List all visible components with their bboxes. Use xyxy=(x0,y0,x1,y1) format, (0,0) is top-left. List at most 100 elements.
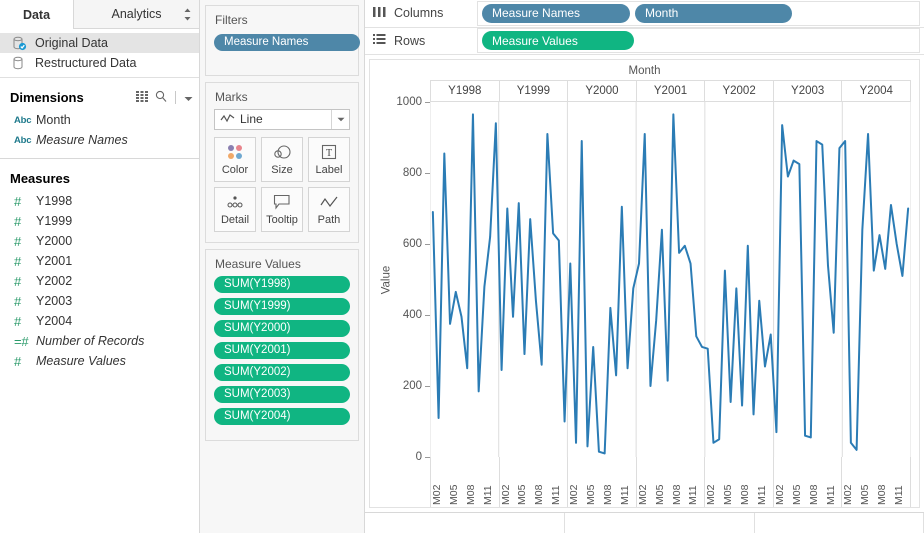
line-chart-icon xyxy=(220,112,235,126)
field-y2003[interactable]: # Y2003 xyxy=(0,291,199,311)
year-header-cell[interactable]: Y2002 xyxy=(705,81,774,102)
x-tick-label: M11 xyxy=(755,485,768,506)
x-year-group: M02 M05 M08 M11 xyxy=(637,457,706,508)
dimensions-title: Dimensions xyxy=(10,89,84,105)
marks-detail-button[interactable]: Detail xyxy=(214,186,256,232)
rows-icon xyxy=(373,33,386,48)
x-year-group: M02 M05 M08 M11 xyxy=(774,457,843,508)
grid-view-icon[interactable] xyxy=(136,90,149,105)
year-header-cell[interactable]: Y2000 xyxy=(568,81,637,102)
tab-analytics-label: Analytics xyxy=(111,7,162,21)
columns-icon xyxy=(373,6,386,21)
shelf-pill-month[interactable]: Month xyxy=(635,3,792,23)
y-tick-label: 200 xyxy=(402,380,422,393)
data-source-restructured[interactable]: Restructured Data xyxy=(0,53,199,73)
search-icon[interactable] xyxy=(155,90,167,105)
measure-value-pill-y2000[interactable]: SUM(Y2000) xyxy=(214,319,350,337)
y-tick-label: 0 xyxy=(415,451,422,464)
field-measure-names[interactable]: Abc Measure Names xyxy=(0,130,199,150)
measure-value-pill-y2004[interactable]: SUM(Y2004) xyxy=(214,407,350,425)
mark-type-dropdown[interactable]: Line xyxy=(214,108,350,130)
marks-size-button[interactable]: Size xyxy=(261,136,303,182)
line-chart-svg xyxy=(430,102,911,458)
pane-divider xyxy=(0,158,199,159)
columns-shelf: Columns Measure Names Month xyxy=(365,0,924,28)
marks-size-label: Size xyxy=(271,164,293,176)
field-label: Measure Names xyxy=(36,133,128,147)
filters-card: Filters Measure Names xyxy=(205,5,360,76)
field-number-of-records[interactable]: =# Number of Records xyxy=(0,331,199,351)
field-month[interactable]: Abc Month xyxy=(0,110,199,130)
svg-text:T: T xyxy=(326,148,332,159)
path-line-icon xyxy=(319,192,339,212)
chevron-down-icon[interactable] xyxy=(184,90,193,105)
x-tick-label: M08 xyxy=(601,484,614,506)
rows-shelf-dropzone[interactable]: Measure Values xyxy=(477,28,920,54)
year-header-cell[interactable]: Y2003 xyxy=(774,81,843,102)
x-tick-label: M08 xyxy=(739,484,752,506)
field-measure-values[interactable]: # Measure Values xyxy=(0,351,199,371)
field-y1999[interactable]: # Y1999 xyxy=(0,211,199,231)
worksheet-inner: Month Y1998 Y1999 Y2000 Y2001 Y2002 Y200… xyxy=(369,59,920,509)
x-tick-label: M11 xyxy=(618,485,631,506)
marks-color-button[interactable]: Color xyxy=(214,136,256,182)
mark-type-label: Line xyxy=(240,112,263,126)
y-axis: Value 0 200 400 600 800 1000 xyxy=(370,96,430,463)
x-year-group: M02 M05 M08 M11 xyxy=(705,457,774,508)
rows-label: Rows xyxy=(394,33,426,48)
filter-pill-measure-names[interactable]: Measure Names xyxy=(214,33,360,51)
field-y2002[interactable]: # Y2002 xyxy=(0,271,199,291)
year-header-cell[interactable]: Y1998 xyxy=(430,81,500,102)
marks-path-button[interactable]: Path xyxy=(308,186,350,232)
year-header-cell[interactable]: Y2004 xyxy=(842,81,912,102)
year-header-cell[interactable]: Y1999 xyxy=(500,81,569,102)
measure-value-pill-y1998[interactable]: SUM(Y1998) xyxy=(214,275,350,293)
shelf-pill-measure-values[interactable]: Measure Values xyxy=(482,31,634,51)
x-tick-label: M08 xyxy=(670,484,683,506)
x-tick-label: M05 xyxy=(859,484,872,506)
x-tick-label: M05 xyxy=(447,484,460,506)
tab-data[interactable]: Data xyxy=(0,0,74,29)
field-label: Y2003 xyxy=(36,294,73,308)
measures-header: Measures xyxy=(0,165,199,191)
field-y1998[interactable]: # Y1998 xyxy=(0,191,199,211)
chart-line[interactable] xyxy=(431,113,910,455)
field-label: Y1998 xyxy=(36,194,73,208)
worksheet-canvas[interactable]: Month Y1998 Y1999 Y2000 Y2001 Y2002 Y200… xyxy=(365,55,924,512)
y-tick-label: 600 xyxy=(402,238,422,251)
chevron-down-icon[interactable] xyxy=(331,109,349,129)
marks-label-label: Label xyxy=(315,164,343,176)
marks-title: Marks xyxy=(215,89,248,104)
size-circles-icon xyxy=(271,142,293,162)
measure-value-pill-y2001[interactable]: SUM(Y2001) xyxy=(214,341,350,359)
database-icon xyxy=(12,56,28,70)
x-tick-label: M11 xyxy=(824,485,837,506)
x-tick-label: M11 xyxy=(893,485,906,506)
marks-label-button[interactable]: T Label xyxy=(308,136,350,182)
x-year-group: M02 M05 M08 M11 xyxy=(499,457,569,508)
chevron-updown-icon[interactable] xyxy=(183,8,192,25)
marks-tooltip-button[interactable]: Tooltip xyxy=(261,186,303,232)
x-tick-label: M02 xyxy=(499,484,512,506)
color-dots-icon xyxy=(225,142,245,162)
field-y2000[interactable]: # Y2000 xyxy=(0,231,199,251)
x-tick-label: M02 xyxy=(568,484,581,506)
field-y2001[interactable]: # Y2001 xyxy=(0,251,199,271)
data-source-original[interactable]: Original Data xyxy=(0,33,199,53)
plot-area[interactable] xyxy=(430,102,911,458)
database-selected-icon xyxy=(12,36,28,51)
x-tick-label: M05 xyxy=(653,484,666,506)
tab-analytics[interactable]: Analytics xyxy=(74,0,199,29)
measure-value-pill-y2003[interactable]: SUM(Y2003) xyxy=(214,385,350,403)
measure-value-pill-y2002[interactable]: SUM(Y2002) xyxy=(214,363,350,381)
field-label: Month xyxy=(36,113,71,127)
data-source-original-label: Original Data xyxy=(35,36,108,50)
columns-shelf-dropzone[interactable]: Measure Names Month xyxy=(477,0,920,26)
field-y2004[interactable]: # Y2004 xyxy=(0,311,199,331)
x-tick-label: M08 xyxy=(807,484,820,506)
shelf-pill-measure-names[interactable]: Measure Names xyxy=(482,3,630,23)
calculated-number-type-icon: =# xyxy=(14,333,29,349)
measure-value-pill-y1999[interactable]: SUM(Y1999) xyxy=(214,297,350,315)
year-header-cell[interactable]: Y2001 xyxy=(637,81,706,102)
number-type-icon: # xyxy=(14,273,22,289)
